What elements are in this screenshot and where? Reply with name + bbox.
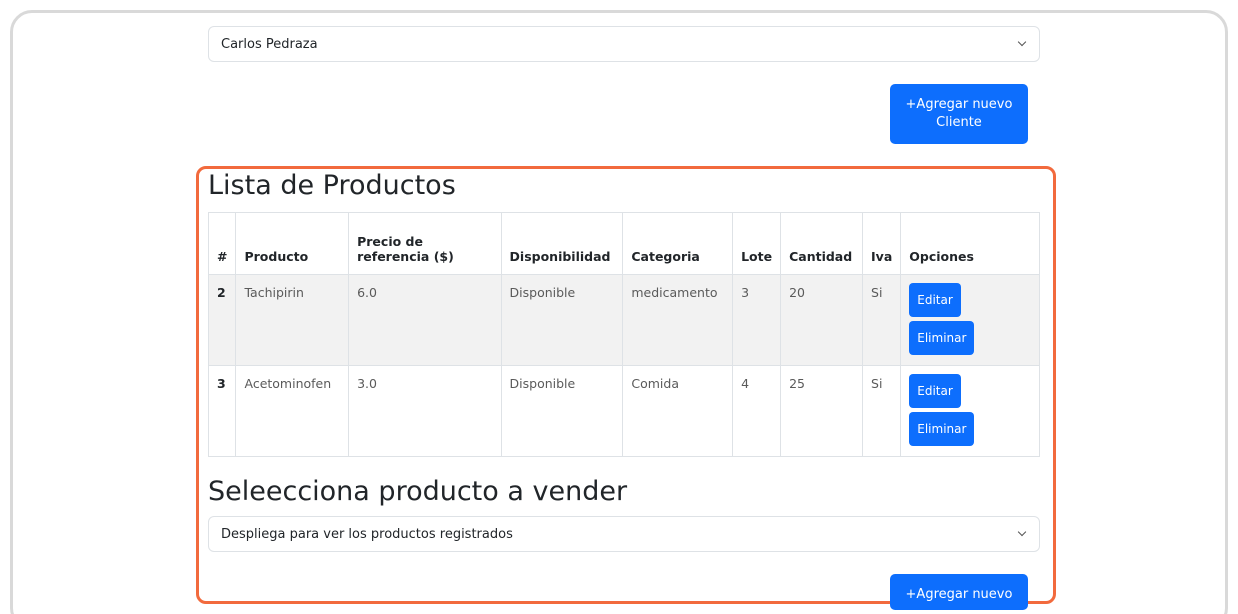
cell-precio: 3.0 (348, 365, 502, 457)
cell-disponibilidad: Disponible (500, 274, 624, 366)
product-select[interactable]: Despliega para ver los productos registr… (208, 516, 1040, 552)
cell-lote: 4 (732, 365, 782, 457)
col-header: Cantidad (780, 212, 864, 275)
cell-cantidad: 20 (780, 274, 864, 366)
cell-iva: Si (862, 365, 902, 457)
col-header: Iva (862, 212, 902, 275)
client-select[interactable]: Carlos Pedraza (208, 26, 1040, 62)
delete-button[interactable]: Eliminar (909, 321, 975, 355)
sell-title: Seleecciona producto a vender (208, 476, 628, 507)
row-id: 3 (207, 365, 237, 457)
product-select-placeholder: Despliega para ver los productos registr… (221, 526, 513, 542)
cell-iva: Si (862, 274, 902, 366)
add-client-button[interactable]: +Agregar nuevo Cliente (890, 84, 1028, 144)
products-table: # Producto Precio de referencia ($) Disp… (207, 212, 1040, 457)
col-header: Categoria (622, 212, 734, 275)
col-header: Lote (732, 212, 782, 275)
row-id: 2 (207, 274, 237, 366)
table-header-row: # Producto Precio de referencia ($) Disp… (207, 212, 1040, 275)
cell-producto: Acetominofen (235, 365, 350, 457)
col-header: Precio de referencia ($) (348, 212, 502, 275)
table-row: 2 Tachipirin 6.0 Disponible medicamento … (207, 274, 1040, 366)
edit-button[interactable]: Editar (909, 374, 961, 408)
add-client-label-line1: +Agregar nuevo (905, 96, 1013, 112)
col-header: Disponibilidad (500, 212, 624, 275)
col-header: Opciones (900, 212, 1040, 275)
edit-button[interactable]: Editar (909, 283, 961, 317)
col-header: Producto (235, 212, 350, 275)
cell-producto: Tachipirin (235, 274, 350, 366)
cell-precio: 6.0 (348, 274, 502, 366)
delete-button[interactable]: Eliminar (909, 412, 975, 446)
cell-disponibilidad: Disponible (500, 365, 624, 457)
col-header: # (207, 212, 237, 275)
cell-categoria: Comida (622, 365, 734, 457)
cell-opciones: Editar Eliminar (900, 274, 1040, 366)
cell-opciones: Editar Eliminar (900, 365, 1040, 457)
add-client-label-line2: Cliente (936, 115, 982, 130)
add-product-label: +Agregar nuevo (905, 587, 1013, 602)
add-product-button[interactable]: +Agregar nuevo (890, 574, 1028, 610)
chevron-down-icon (1017, 529, 1027, 539)
cell-lote: 3 (732, 274, 782, 366)
products-title: Lista de Productos (208, 170, 456, 201)
chevron-down-icon (1017, 39, 1027, 49)
cell-categoria: medicamento (622, 274, 734, 366)
cell-cantidad: 25 (780, 365, 864, 457)
table-row: 3 Acetominofen 3.0 Disponible Comida 4 2… (207, 365, 1040, 457)
client-select-value: Carlos Pedraza (221, 36, 318, 52)
